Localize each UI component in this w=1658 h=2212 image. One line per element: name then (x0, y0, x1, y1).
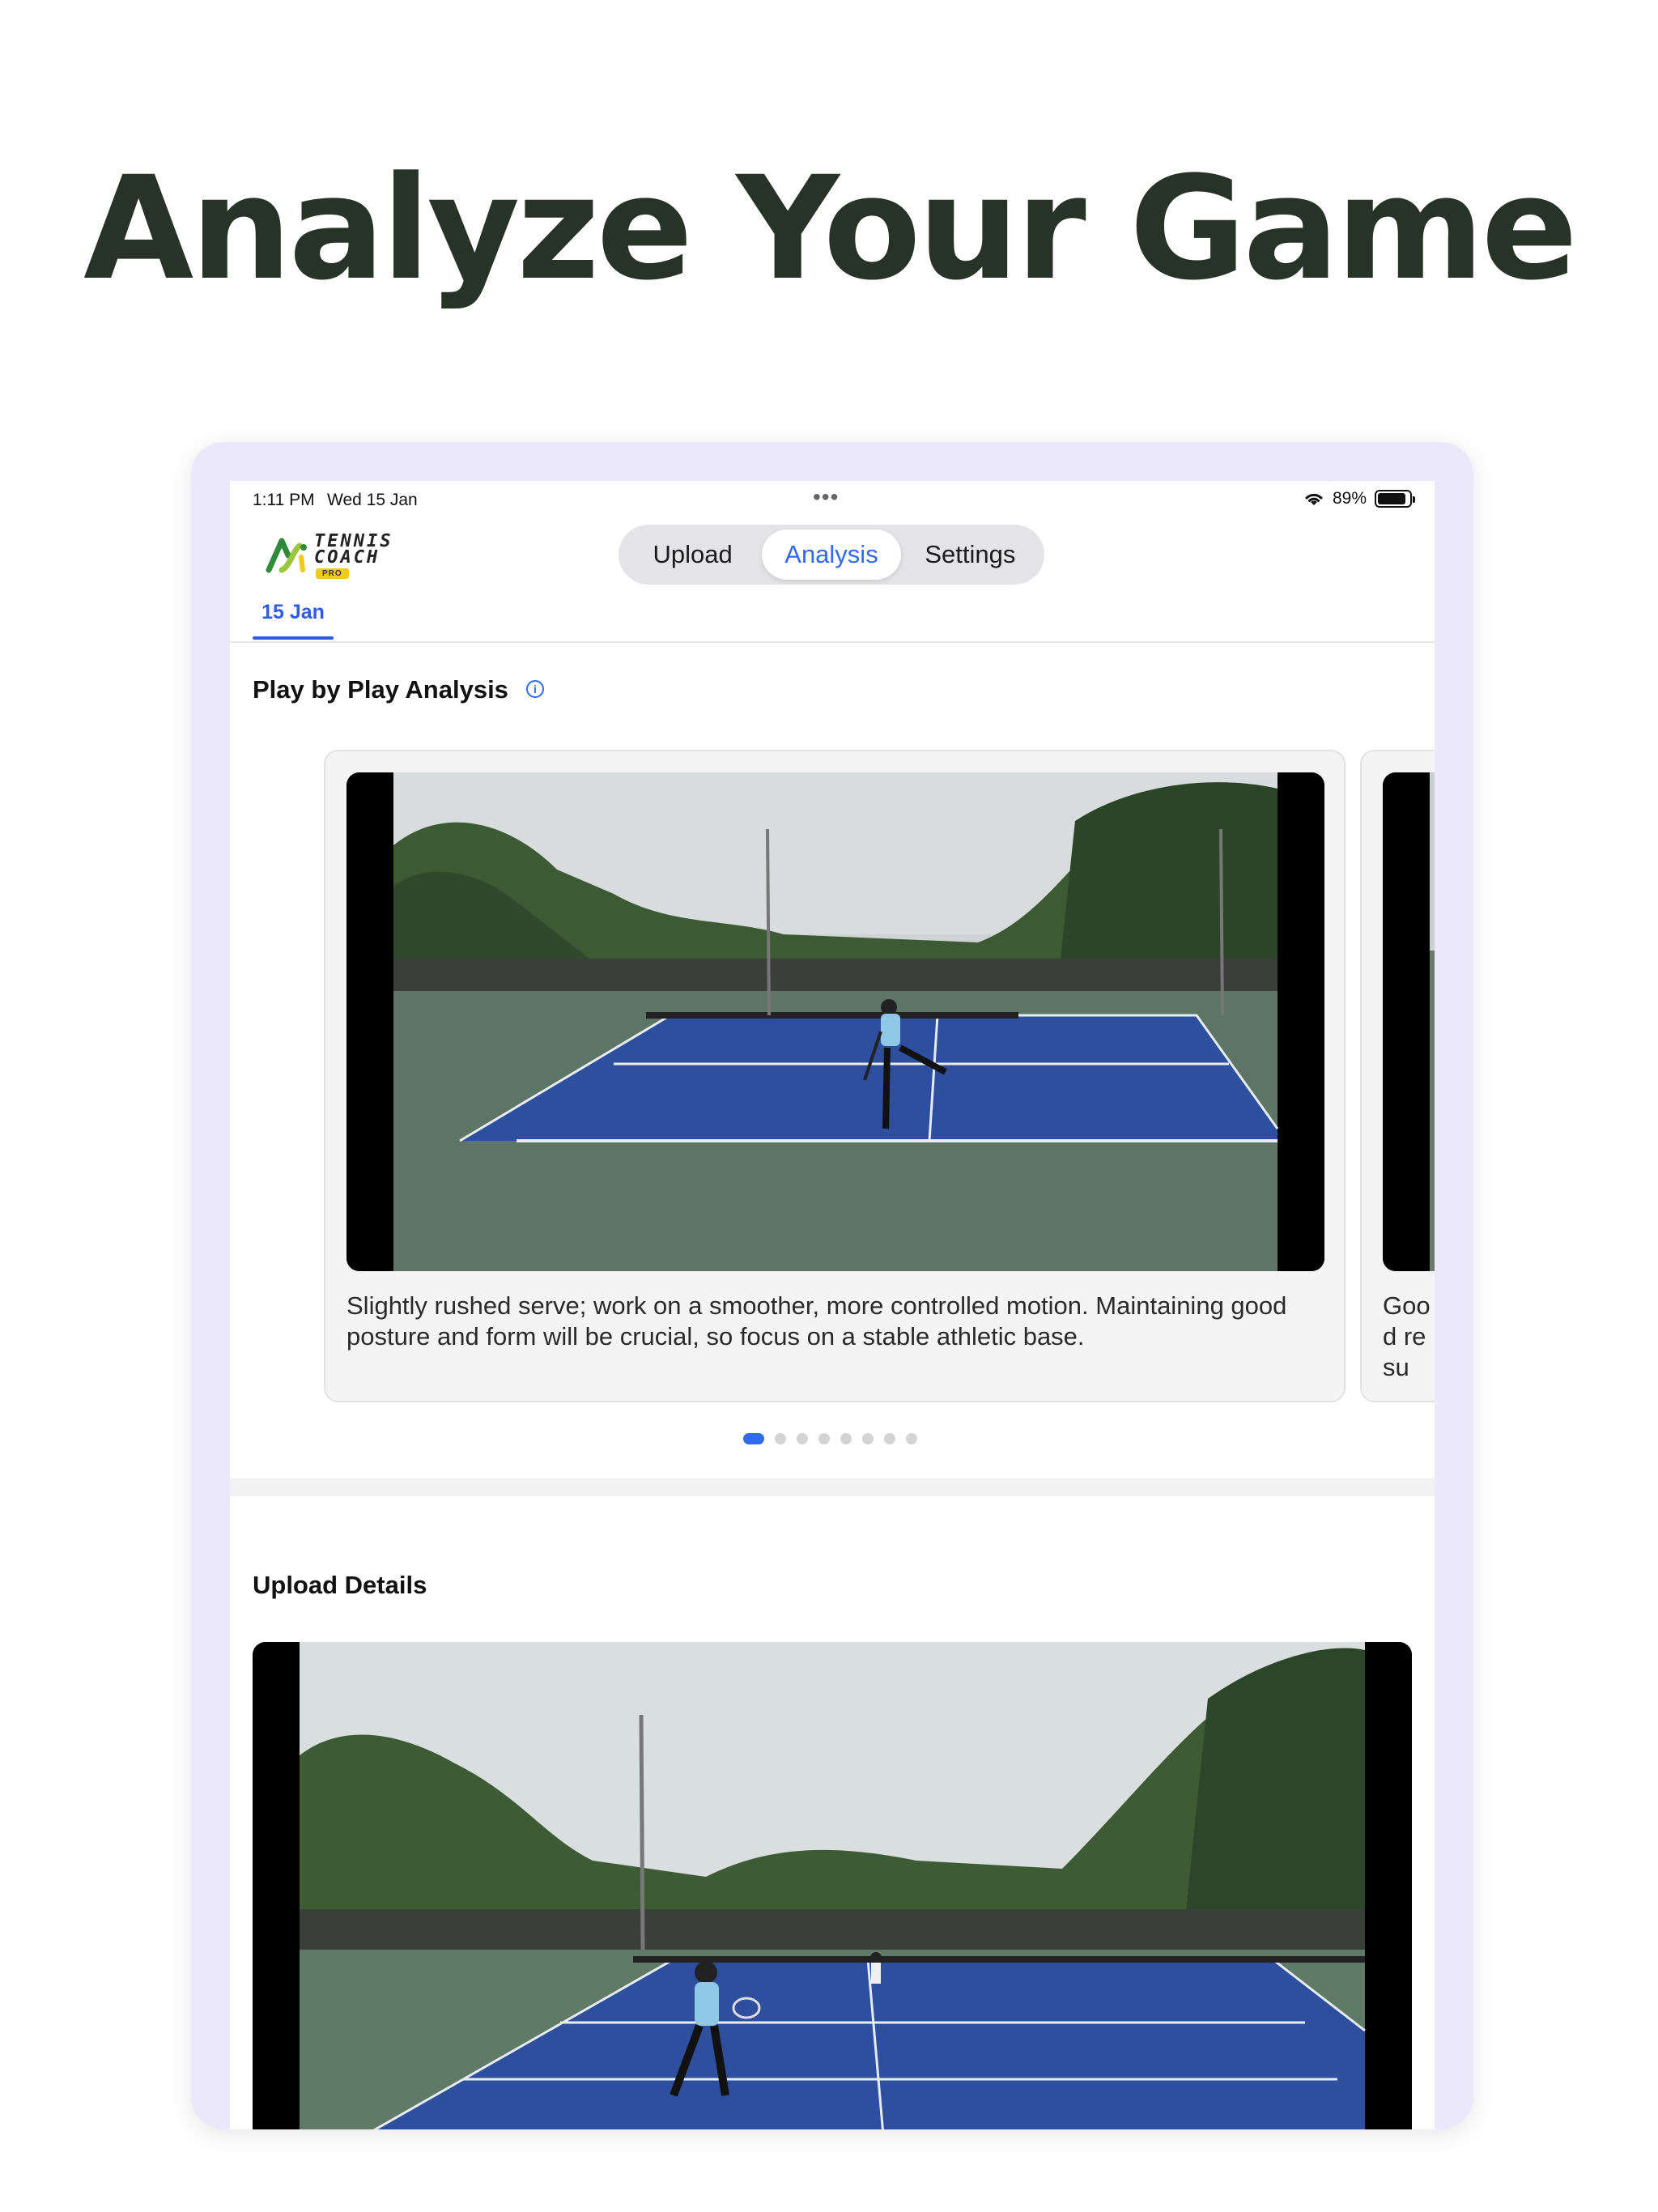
more-dots-icon[interactable]: ••• (813, 484, 839, 510)
play-analysis-title: Play by Play Analysis (253, 675, 508, 704)
pager-dot[interactable] (884, 1433, 895, 1444)
tab-upload[interactable]: Upload (623, 530, 762, 580)
tablet-frame: 1:11 PM Wed 15 Jan ••• 89% TENNIS COACH … (191, 442, 1473, 2129)
battery-fill (1378, 493, 1405, 504)
tennis-court-scene (346, 772, 1324, 1271)
section-separator (230, 1478, 1435, 1496)
pager-dot[interactable] (797, 1433, 808, 1444)
wifi-icon (1305, 493, 1323, 505)
analysis-card[interactable]: Slightly rushed serve; work on a smoothe… (324, 750, 1346, 1402)
analysis-caption: Slightly rushed serve; work on a smoothe… (346, 1291, 1287, 1351)
pager-dot[interactable] (840, 1433, 852, 1444)
tennis-court-scene (253, 1642, 1412, 2129)
upload-details-title: Upload Details (253, 1571, 427, 1599)
battery-percent: 89% (1332, 489, 1367, 508)
main-tab-switcher: Upload Analysis Settings (619, 525, 1044, 585)
status-bar: 1:11 PM Wed 15 Jan ••• 89% (230, 481, 1435, 517)
info-circle-icon[interactable]: i (526, 680, 544, 698)
header-divider (230, 641, 1435, 643)
upload-video[interactable] (253, 1642, 1412, 2129)
pager-dot[interactable] (906, 1433, 917, 1444)
logo-text-line2: COACH (314, 547, 380, 568)
pager-dot[interactable] (862, 1433, 874, 1444)
play-video[interactable] (346, 772, 1324, 1271)
pager-dot[interactable] (743, 1433, 764, 1444)
analysis-card[interactable]: Good resu (1360, 750, 1435, 1402)
page-headline: Analyze Your Game (83, 146, 1578, 312)
app-screen: 1:11 PM Wed 15 Jan ••• 89% TENNIS COACH … (230, 481, 1435, 2129)
logo-pro-badge: PRO (316, 568, 349, 579)
carousel-pager (743, 1433, 917, 1444)
status-date: Wed 15 Jan (327, 491, 418, 509)
tab-settings[interactable]: Settings (901, 530, 1039, 580)
date-tab-underline (253, 636, 334, 640)
pager-dot[interactable] (775, 1433, 786, 1444)
analysis-caption: Good resu (1383, 1291, 1431, 1381)
tab-analysis[interactable]: Analysis (762, 530, 901, 580)
status-time: 1:11 PM (253, 491, 315, 509)
tennis-court-scene (1383, 772, 1435, 1271)
play-video[interactable] (1383, 772, 1435, 1271)
battery-icon (1375, 490, 1415, 508)
app-logo[interactable]: TENNIS COACH PRO (266, 530, 411, 579)
logo-mark-icon (266, 538, 307, 573)
pager-dot[interactable] (818, 1433, 830, 1444)
status-right: 89% (1303, 489, 1415, 508)
date-tab[interactable]: 15 Jan (253, 601, 334, 624)
